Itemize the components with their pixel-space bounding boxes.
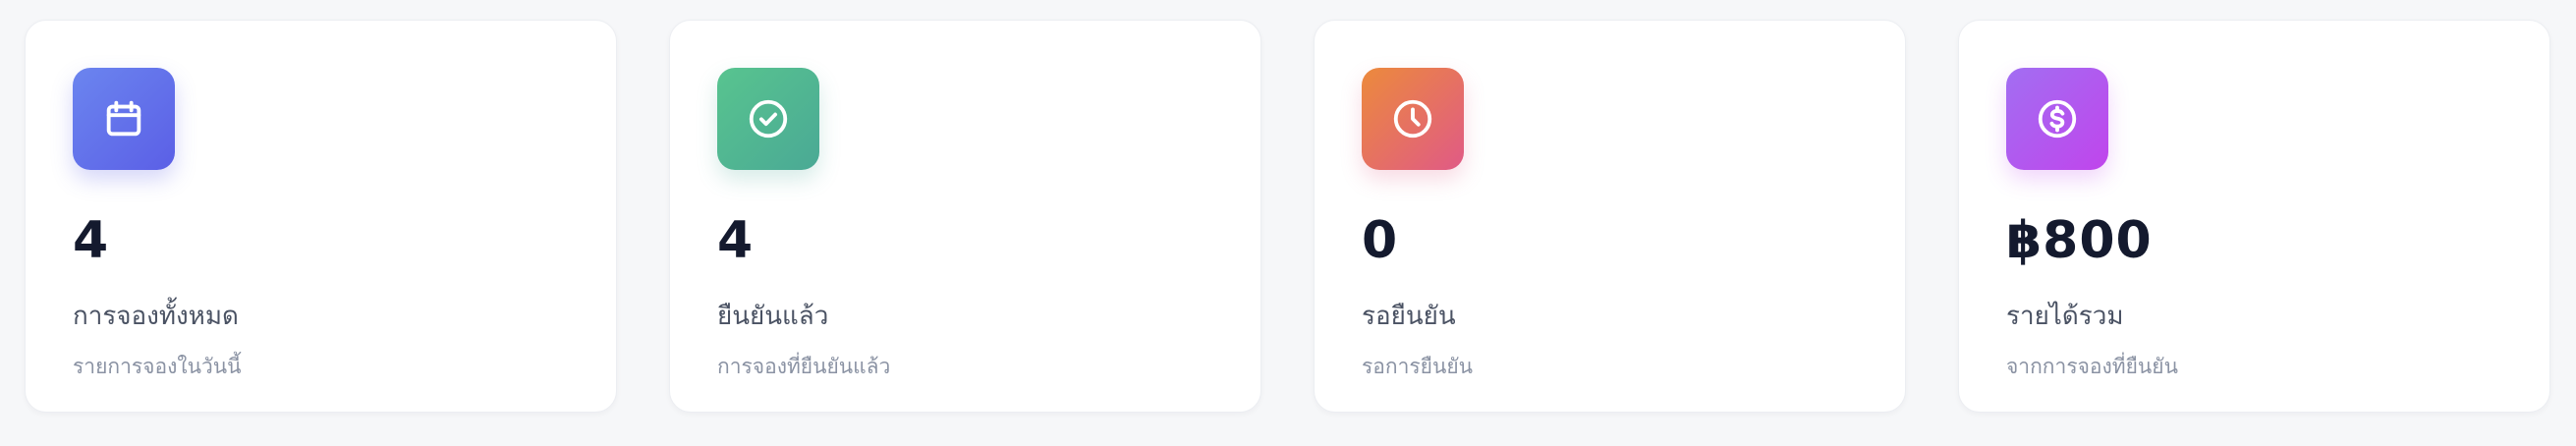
stat-label: ยืนยันแล้ว bbox=[717, 302, 829, 331]
stat-card-confirmed: 4 ยืนยันแล้ว การจองที่ยืนยันแล้ว bbox=[669, 20, 1261, 413]
stat-value: 4 bbox=[717, 211, 755, 270]
stat-card-revenue: ฿800 รายได้รวม จากการจองที่ยืนยัน bbox=[1958, 20, 2550, 413]
stat-label: รอยืนยัน bbox=[1362, 302, 1456, 331]
stat-value: 4 bbox=[73, 211, 110, 270]
stat-label: รายได้รวม bbox=[2006, 302, 2124, 331]
stat-label: การจองทั้งหมด bbox=[73, 302, 239, 331]
dollar-icon bbox=[2006, 68, 2108, 170]
stat-subtitle: รายการจองในวันนี้ bbox=[73, 355, 242, 378]
stat-card-total-bookings: 4 การจองทั้งหมด รายการจองในวันนี้ bbox=[25, 20, 617, 413]
stat-subtitle: รอการยืนยัน bbox=[1362, 355, 1473, 378]
calendar-icon bbox=[73, 68, 175, 170]
check-circle-icon bbox=[717, 68, 819, 170]
stats-grid: 4 การจองทั้งหมด รายการจองในวันนี้ 4 ยืนย… bbox=[0, 0, 2576, 446]
stat-subtitle: จากการจองที่ยืนยัน bbox=[2006, 355, 2178, 378]
stat-card-pending: 0 รอยืนยัน รอการยืนยัน bbox=[1314, 20, 1906, 413]
stat-value: 0 bbox=[1362, 211, 1399, 270]
clock-icon bbox=[1362, 68, 1464, 170]
stat-subtitle: การจองที่ยืนยันแล้ว bbox=[717, 355, 891, 378]
stat-value: ฿800 bbox=[2006, 211, 2153, 270]
